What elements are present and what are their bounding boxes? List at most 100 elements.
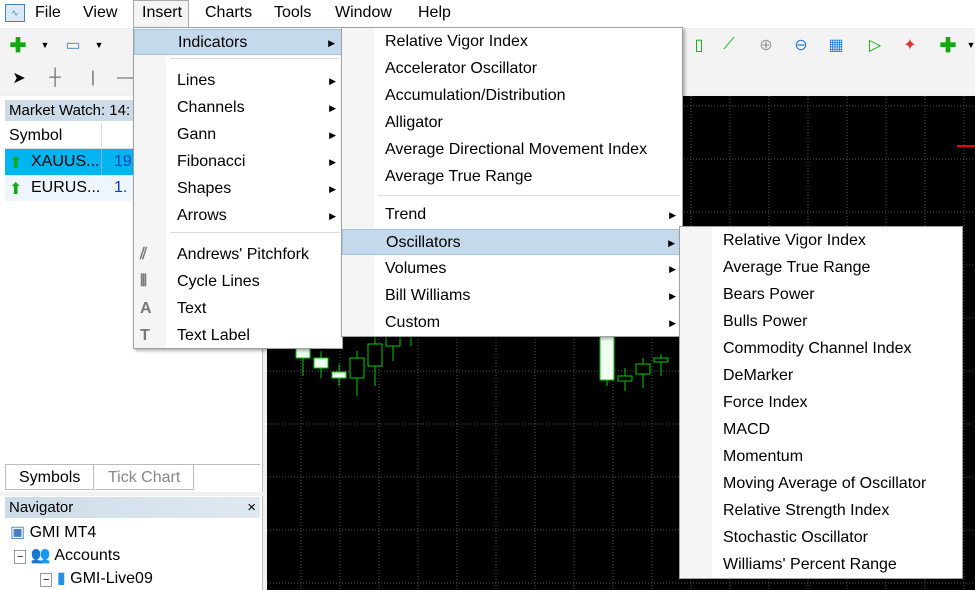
menu-item-label: Custom xyxy=(385,314,441,331)
close-icon[interactable]: × xyxy=(247,497,256,518)
menu-view[interactable]: View xyxy=(83,4,117,22)
tree-item-server[interactable]: − ▮ GMI-Live09 xyxy=(40,568,153,588)
navigator-header: Navigator × xyxy=(5,497,260,518)
menu-item-label: Lines xyxy=(177,72,216,89)
tree-item-root[interactable]: ▣ GMI MT4 xyxy=(10,522,96,542)
menu-bar: ∿ File View Insert Charts Tools Window H… xyxy=(0,0,975,28)
menu-item-average-true-range[interactable]: Average True Range xyxy=(342,164,682,190)
menu-item-label: Indicators xyxy=(178,34,248,51)
menu-item-relative-strength-index[interactable]: Relative Strength Index xyxy=(680,498,962,524)
submenu-arrow-icon: ▶ xyxy=(329,103,336,113)
menu-item-arrows[interactable]: Arrows ▶ xyxy=(134,203,342,229)
candle-body xyxy=(367,343,383,367)
menu-item-force-index[interactable]: Force Index xyxy=(680,390,962,416)
tile-windows-icon[interactable]: ▦ xyxy=(823,33,849,57)
collapse-icon[interactable]: − xyxy=(14,550,27,564)
menu-item-accumulation-distribution[interactable]: Accumulation/Distribution xyxy=(342,83,682,109)
menu-item-indicators[interactable]: Indicators ▶ xyxy=(134,29,342,55)
menu-item-shapes[interactable]: Shapes ▶ xyxy=(134,176,342,202)
tree-item-accounts[interactable]: − 👥 Accounts xyxy=(14,545,120,565)
bid-price: 19 xyxy=(114,153,132,170)
candle-body xyxy=(331,371,347,379)
menu-item-andrews-pitchfork[interactable]: Andrews' Pitchfork ⫽ xyxy=(134,242,342,268)
menu-item-bears-power[interactable]: Bears Power xyxy=(680,282,962,308)
menu-item-label: Volumes xyxy=(385,260,447,277)
profiles-icon[interactable]: ▭ xyxy=(60,33,86,57)
server-icon: ▮ xyxy=(56,570,66,587)
menu-item-trend[interactable]: Trend ▶ xyxy=(342,202,682,228)
menu-item-text[interactable]: Text A xyxy=(134,296,342,322)
menu-item-label: Moving Average of Oscillator xyxy=(723,475,927,492)
crosshair-icon[interactable]: ┼ xyxy=(42,66,68,90)
menu-item-stochastic-oscillator[interactable]: Stochastic Oscillator xyxy=(680,525,962,551)
menu-item-label: Average Directional Movement Index xyxy=(385,141,648,158)
autoscroll-icon[interactable]: ✦ xyxy=(897,33,923,57)
menu-item-label: Accumulation/Distribution xyxy=(385,87,566,104)
menu-item-label: Stochastic Oscillator xyxy=(723,529,868,546)
column-symbol[interactable]: Symbol xyxy=(9,127,62,145)
menu-item-cycle-lines[interactable]: Cycle Lines ⦀ xyxy=(134,269,342,295)
chart-shift-icon[interactable]: ▷ xyxy=(862,33,888,57)
menu-item-moving-average-of-oscillator[interactable]: Moving Average of Oscillator xyxy=(680,471,962,497)
menu-item-label: Bears Power xyxy=(723,286,815,303)
tree-label: GMI MT4 xyxy=(29,524,97,541)
menu-item-label: Bulls Power xyxy=(723,313,808,330)
accounts-icon: 👥 xyxy=(30,547,51,564)
menu-item-label: Relative Vigor Index xyxy=(723,232,866,249)
menu-item-label: Force Index xyxy=(723,394,808,411)
menu-item-label: Commodity Channel Index xyxy=(723,340,912,357)
submenu-arrow-icon: ▶ xyxy=(668,238,675,248)
zoom-in-icon[interactable]: ⊕ xyxy=(753,33,779,57)
pitchfork-icon: ⫽ xyxy=(140,246,148,263)
menu-tools[interactable]: Tools xyxy=(274,4,311,22)
menu-help[interactable]: Help xyxy=(418,4,451,22)
menu-item-average-directional-movement-index[interactable]: Average Directional Movement Index xyxy=(342,137,682,163)
menu-item-bulls-power[interactable]: Bulls Power xyxy=(680,309,962,335)
menu-item-macd[interactable]: MACD xyxy=(680,417,962,443)
menu-item-commodity-channel-index[interactable]: Commodity Channel Index xyxy=(680,336,962,362)
menu-item-custom[interactable]: Custom ▶ xyxy=(342,310,682,336)
menu-item-label: Fibonacci xyxy=(177,153,246,170)
menu-item-williams-percent-range[interactable]: Williams' Percent Range xyxy=(680,552,962,578)
menu-item-gann[interactable]: Gann ▶ xyxy=(134,122,342,148)
menu-item-fibonacci[interactable]: Fibonacci ▶ xyxy=(134,149,342,175)
menu-item-alligator[interactable]: Alligator xyxy=(342,110,682,136)
menu-item-demarker[interactable]: DeMarker xyxy=(680,363,962,389)
candle-body xyxy=(635,363,651,375)
up-arrow-icon: ⬆ xyxy=(9,181,23,198)
text-label-icon: T xyxy=(140,327,150,344)
tab-symbols[interactable]: Symbols xyxy=(5,465,95,490)
line-chart-icon[interactable]: ⟋ xyxy=(716,33,742,57)
menu-item-text-label[interactable]: Text Label T xyxy=(134,323,342,349)
menu-item-relative-vigor-index[interactable]: Relative Vigor Index xyxy=(342,29,682,55)
menu-item-oscillators[interactable]: Oscillators ▶ xyxy=(342,229,682,255)
collapse-icon[interactable]: − xyxy=(40,573,53,587)
menu-file[interactable]: File xyxy=(35,4,61,22)
menu-item-label: Shapes xyxy=(177,180,232,197)
menu-charts[interactable]: Charts xyxy=(205,4,252,22)
menu-window[interactable]: Window xyxy=(335,4,392,22)
submenu-arrow-icon: ▶ xyxy=(328,38,335,48)
cursor-icon[interactable]: ➤ xyxy=(6,66,32,90)
menu-item-channels[interactable]: Channels ▶ xyxy=(134,95,342,121)
submenu-arrow-icon: ▶ xyxy=(669,291,676,301)
menu-item-average-true-range[interactable]: Average True Range xyxy=(680,255,962,281)
new-chart-icon[interactable]: ✚ xyxy=(5,33,31,57)
vertical-line-icon[interactable]: | xyxy=(80,66,106,90)
menu-item-label: Gann xyxy=(177,126,217,143)
menu-item-momentum[interactable]: Momentum xyxy=(680,444,962,470)
zoom-out-icon[interactable]: ⊖ xyxy=(788,33,814,57)
candle-body xyxy=(617,375,633,382)
dropdown-icon[interactable]: ▼ xyxy=(958,33,975,57)
menu-item-relative-vigor-index[interactable]: Relative Vigor Index xyxy=(680,228,962,254)
menu-item-label: Williams' Percent Range xyxy=(723,556,897,573)
menu-item-bill-williams[interactable]: Bill Williams ▶ xyxy=(342,283,682,309)
menu-insert[interactable]: Insert xyxy=(142,4,182,22)
dropdown-icon[interactable]: ▼ xyxy=(86,33,112,57)
candlestick-icon[interactable]: ▯ xyxy=(686,33,712,57)
menu-item-volumes[interactable]: Volumes ▶ xyxy=(342,256,682,282)
menu-item-lines[interactable]: Lines ▶ xyxy=(134,68,342,94)
dropdown-icon[interactable]: ▼ xyxy=(32,33,58,57)
tab-tick-chart[interactable]: Tick Chart xyxy=(95,465,195,490)
menu-item-accelerator-oscillator[interactable]: Accelerator Oscillator xyxy=(342,56,682,82)
